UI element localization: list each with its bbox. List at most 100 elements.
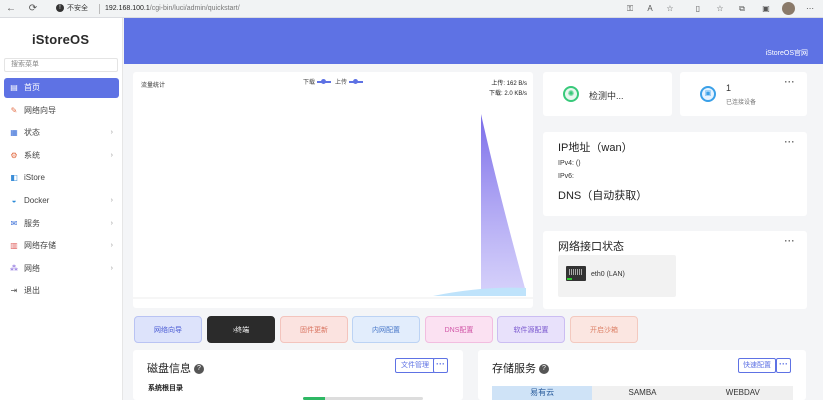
sidebar-item-4[interactable]: ◧ iStore: [4, 168, 119, 188]
network-status-card[interactable]: ✺ 检测中...: [543, 72, 672, 116]
star-icon[interactable]: ☆: [664, 3, 676, 15]
profile-icon[interactable]: ▣: [760, 3, 772, 15]
security-indicator[interactable]: ! 不安全: [56, 3, 88, 15]
reload-icon[interactable]: ⟳: [26, 2, 40, 16]
quick-button-0[interactable]: 网络向导: [134, 316, 202, 343]
chevron-right-icon: ›: [110, 197, 113, 204]
help-icon[interactable]: ?: [194, 364, 204, 375]
device-label: 已连接设备: [726, 100, 757, 106]
upload-area: [433, 287, 526, 296]
sidebar-item-2[interactable]: ▦ 状态 ›: [4, 123, 119, 143]
service-icon: ✉: [10, 218, 18, 228]
sidebar-item-label: 首页: [24, 83, 40, 92]
warning-icon: !: [56, 4, 64, 13]
ip-card: IP地址（wan） ··· IPv4: () IPv6: DNS（自动获取）: [543, 132, 807, 216]
key-icon[interactable]: ⚿: [624, 3, 636, 15]
quick-button-4[interactable]: DNS配置: [425, 316, 493, 343]
site-link[interactable]: iStoreOS官网: [766, 48, 808, 58]
interface-card: 网络接口状态 ··· eth0 (LAN): [543, 231, 807, 309]
store-icon: ◧: [10, 173, 18, 183]
dns-label: DNS（自动获取）: [558, 190, 648, 202]
status-text: 检测中...: [589, 91, 624, 101]
ip-more-button[interactable]: ···: [785, 137, 796, 147]
chevron-right-icon: ›: [110, 242, 113, 250]
disk-more-button[interactable]: ···: [433, 358, 448, 373]
storage-tabs: 易有云 SAMBA WEBDAV: [492, 386, 793, 400]
traffic-chart: [133, 114, 533, 299]
logout-icon: ⇥: [10, 286, 18, 296]
traffic-card: 流量统计 下载 上传 上传: 162 B/s 下载: 2.0 KB/s: [133, 72, 533, 308]
sidebar-item-8[interactable]: ⁂ 网络 ›: [4, 259, 119, 279]
sidebar-item-3[interactable]: ⚙ 系统 ›: [4, 146, 119, 166]
traffic-title: 流量统计: [141, 83, 166, 89]
quick-button-3[interactable]: 内网配置: [352, 316, 420, 343]
upload-rate: 上传: 162 B/s: [491, 81, 527, 87]
quick-button-5[interactable]: 软件源配置: [497, 316, 565, 343]
legend-upload[interactable]: 上传: [335, 77, 364, 86]
address-bar[interactable]: 192.168.100.1/cgi-bin/luci/admin/quickst…: [105, 3, 240, 15]
network-icon: ⁂: [10, 263, 18, 273]
interface-more-button[interactable]: ···: [785, 236, 796, 246]
quick-config-button[interactable]: 快速配置: [738, 358, 776, 373]
favorites-icon[interactable]: ☆: [714, 3, 726, 15]
sidebar-item-label: 系统: [24, 150, 40, 160]
sidebar-item-label: Docker: [24, 196, 50, 205]
menu-icon[interactable]: ⋯: [804, 3, 816, 15]
logo[interactable]: iStoreOS: [32, 32, 89, 47]
tab-1[interactable]: SAMBA: [592, 386, 692, 400]
translate-icon[interactable]: A: [644, 3, 656, 15]
storage-card: 存储服务? 快速配置 ··· 易有云 SAMBA WEBDAV: [478, 350, 806, 400]
ipv4-row: IPv4: (): [558, 160, 581, 167]
chevron-right-icon: ›: [110, 219, 113, 227]
disk-card: 磁盘信息? 文件管理 ··· 系统根目录: [133, 350, 463, 400]
storage-icon: ▥: [10, 241, 18, 251]
docker-icon: ◒: [11, 196, 17, 205]
search-input[interactable]: 搜索菜单: [4, 58, 118, 72]
quick-button-6[interactable]: 开启沙箱: [570, 316, 638, 343]
legend-download[interactable]: 下载: [303, 77, 332, 86]
back-icon[interactable]: ←: [4, 2, 18, 16]
ip-title: IP地址（wan）: [558, 142, 633, 154]
upload-line-icon: [349, 79, 364, 85]
sidebar-icon[interactable]: ▯: [692, 3, 704, 15]
storage-title: 存储服务?: [492, 360, 549, 376]
collections-icon[interactable]: ⧉: [736, 3, 748, 15]
tab-2[interactable]: WEBDAV: [693, 386, 793, 400]
file-manager-button[interactable]: 文件管理: [395, 358, 435, 373]
header-band: iStoreOS官网: [124, 18, 823, 64]
download-rate: 下载: 2.0 KB/s: [488, 91, 527, 97]
interface-title: 网络接口状态: [558, 241, 624, 253]
sidebar-item-label: 网络存储: [24, 241, 56, 251]
sidebar-item-1[interactable]: ✎ 网络向导: [4, 101, 119, 121]
sidebar-item-label: 退出: [24, 286, 40, 296]
interface-name: eth0 (LAN): [591, 271, 625, 278]
quick-button-1[interactable]: ›终端: [207, 316, 275, 343]
quick-button-2[interactable]: 固件更新: [280, 316, 348, 343]
home-icon: ▤: [10, 83, 18, 92]
sidebar-item-6[interactable]: ✉ 服务 ›: [4, 214, 119, 234]
chevron-right-icon: ›: [110, 264, 113, 272]
interface-item[interactable]: eth0 (LAN): [558, 255, 676, 297]
ipv6-row: IPv6:: [558, 173, 574, 180]
sidebar-item-9[interactable]: ⇥ 退出: [4, 281, 119, 301]
browser-toolbar: ← ⟳ ! 不安全 192.168.100.1/cgi-bin/luci/admi…: [0, 0, 823, 18]
sidebar-item-5[interactable]: ◒ Docker ›: [4, 191, 119, 211]
sidebar-item-label: 网络向导: [24, 105, 56, 115]
sidebar-item-label: 状态: [24, 128, 40, 138]
sidebar-item-label: 网络: [24, 263, 40, 273]
download-area: [481, 114, 526, 292]
devices-more-button[interactable]: ···: [785, 77, 796, 87]
sidebar-item-0[interactable]: ▤ 首页: [4, 78, 119, 98]
tab-0[interactable]: 易有云: [492, 386, 593, 400]
sidebar-item-label: iStore: [24, 173, 45, 183]
sidebar-item-7[interactable]: ▥ 网络存储 ›: [4, 236, 119, 256]
storage-more-button[interactable]: ···: [776, 358, 791, 373]
devices-card[interactable]: ▣ 1 已连接设备 ···: [680, 72, 807, 116]
status-icon: ▦: [10, 128, 18, 138]
avatar[interactable]: [782, 2, 795, 15]
ethernet-port-icon: [566, 266, 586, 281]
gear-icon: ⚙: [10, 150, 18, 160]
disk-subtitle: 系统根目录: [148, 385, 183, 392]
help-icon[interactable]: ?: [539, 364, 549, 375]
sidebar-item-label: 服务: [24, 218, 40, 228]
